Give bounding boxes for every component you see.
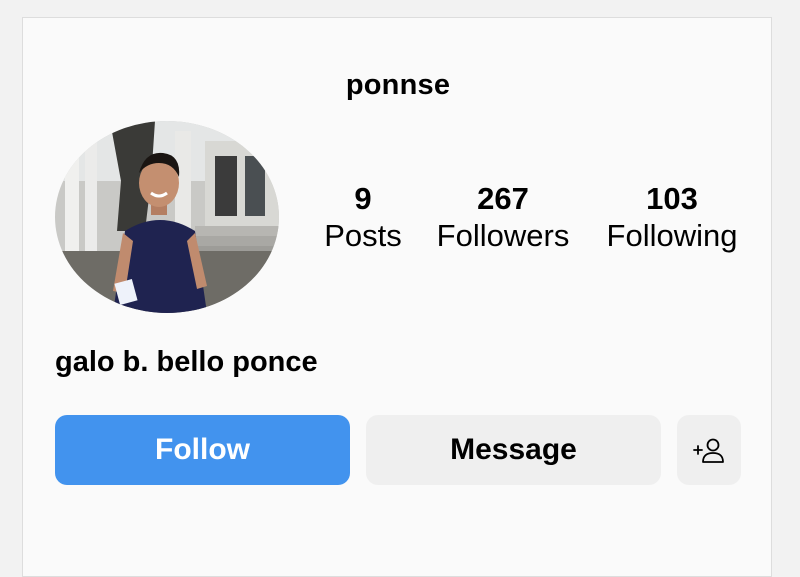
following-count: 103 — [646, 181, 698, 216]
posts-count: 9 — [354, 181, 372, 216]
profile-full-name: galo b. bello ponce — [55, 346, 318, 378]
follow-button[interactable]: Follow — [55, 415, 350, 485]
person-add-icon — [693, 438, 724, 463]
message-button[interactable]: Message — [366, 415, 661, 485]
stat-following[interactable]: 103 Following — [597, 181, 747, 255]
followers-label: Followers — [436, 218, 570, 253]
avatar-photo — [55, 121, 279, 313]
stat-followers[interactable]: 267 Followers — [433, 181, 573, 255]
posts-label: Posts — [324, 218, 402, 253]
profile-avatar[interactable] — [55, 121, 279, 313]
followers-count: 267 — [477, 181, 529, 216]
profile-card: ponnse 9 Posts 267 Followers 103 Followi… — [22, 17, 772, 577]
add-user-button[interactable] — [677, 415, 741, 485]
following-label: Following — [606, 218, 738, 253]
profile-username: ponnse — [345, 69, 451, 101]
stat-posts[interactable]: 9 Posts — [313, 181, 413, 255]
